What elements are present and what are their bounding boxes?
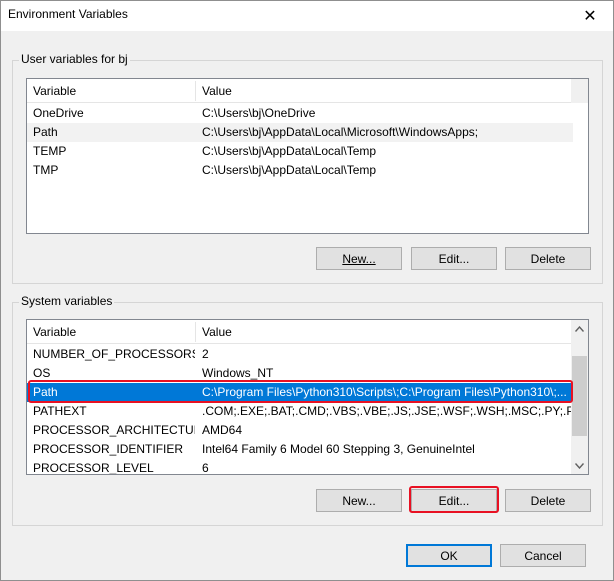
user-delete-label: Delete bbox=[530, 251, 566, 266]
variable-name: OneDrive bbox=[33, 106, 84, 120]
variable-value: 6 bbox=[202, 461, 209, 475]
variable-name: Path bbox=[33, 125, 58, 139]
variable-name: PROCESSOR_IDENTIFIER bbox=[33, 442, 184, 456]
user-list-header: Variable Value bbox=[27, 79, 588, 103]
system-new-label: New... bbox=[342, 493, 376, 508]
ok-button[interactable]: OK bbox=[406, 544, 492, 567]
variable-name: TEMP bbox=[33, 144, 67, 158]
list-item[interactable]: Path C:\Users\bj\AppData\Local\Microsoft… bbox=[27, 123, 573, 142]
user-variables-group: User variables for bj Variable Value One… bbox=[12, 52, 603, 284]
variable-value: .COM;.EXE;.BAT;.CMD;.VBS;.VBE;.JS;.JSE;.… bbox=[202, 404, 573, 418]
system-variables-list[interactable]: Variable Value NUMBER_OF_PROCESSORS 2 OS… bbox=[26, 319, 589, 475]
chevron-down-icon[interactable] bbox=[571, 457, 588, 474]
system-edit-button[interactable]: Edit... bbox=[411, 489, 497, 512]
variable-value: Intel64 Family 6 Model 60 Stepping 3, Ge… bbox=[202, 442, 475, 456]
list-item[interactable]: PROCESSOR_LEVEL 6 bbox=[27, 459, 573, 475]
variable-value: C:\Users\bj\AppData\Local\Microsoft\Wind… bbox=[202, 125, 479, 139]
system-list-header: Variable Value bbox=[27, 320, 588, 344]
user-new-label: New... bbox=[342, 251, 376, 266]
variable-name: Path bbox=[33, 385, 58, 399]
variable-name: OS bbox=[33, 366, 51, 380]
system-variables-legend: System variables bbox=[19, 294, 115, 308]
list-item[interactable]: PROCESSOR_ARCHITECTURE AMD64 bbox=[27, 421, 573, 440]
variable-value: C:\Users\bj\AppData\Local\Temp bbox=[202, 163, 377, 177]
ok-label: OK bbox=[440, 548, 458, 563]
system-delete-button[interactable]: Delete bbox=[505, 489, 591, 512]
variable-name: PATHEXT bbox=[33, 404, 87, 418]
system-column-variable[interactable]: Variable bbox=[27, 320, 195, 344]
list-item[interactable]: TMP C:\Users\bj\AppData\Local\Temp bbox=[27, 161, 573, 180]
list-item-selected[interactable]: Path C:\Program Files\Python310\Scripts\… bbox=[27, 383, 573, 402]
user-delete-button[interactable]: Delete bbox=[505, 247, 591, 270]
scroll-thumb[interactable] bbox=[572, 356, 587, 436]
variable-name: TMP bbox=[33, 163, 59, 177]
user-column-value[interactable]: Value bbox=[196, 79, 572, 103]
title-bar[interactable]: Environment Variables ✕ bbox=[1, 1, 613, 31]
user-list-scrollbar[interactable] bbox=[571, 79, 588, 103]
list-item[interactable]: PATHEXT .COM;.EXE;.BAT;.CMD;.VBS;.VBE;.J… bbox=[27, 402, 573, 421]
variable-value: C:\Program Files\Python310\Scripts\;C:\P… bbox=[202, 385, 567, 399]
list-item[interactable]: OS Windows_NT bbox=[27, 364, 573, 383]
close-icon[interactable]: ✕ bbox=[567, 1, 613, 31]
variable-name: PROCESSOR_LEVEL bbox=[33, 461, 154, 475]
variable-value: 2 bbox=[202, 347, 209, 361]
list-item[interactable]: PROCESSOR_IDENTIFIER Intel64 Family 6 Mo… bbox=[27, 440, 573, 459]
user-variables-legend: User variables for bj bbox=[19, 52, 130, 66]
system-list-scrollbar[interactable] bbox=[571, 320, 588, 474]
user-variables-list[interactable]: Variable Value OneDrive C:\Users\bj\OneD… bbox=[26, 78, 589, 234]
variable-value: Windows_NT bbox=[202, 366, 274, 380]
user-new-button[interactable]: New... bbox=[316, 247, 402, 270]
cancel-label: Cancel bbox=[524, 548, 562, 563]
variable-value: AMD64 bbox=[202, 423, 243, 437]
list-item[interactable]: OneDrive C:\Users\bj\OneDrive bbox=[27, 104, 573, 123]
system-new-button[interactable]: New... bbox=[316, 489, 402, 512]
list-item[interactable]: NUMBER_OF_PROCESSORS 2 bbox=[27, 345, 573, 364]
system-variables-group: System variables Variable Value NUMBER_O… bbox=[12, 294, 603, 526]
window-title: Environment Variables bbox=[8, 7, 128, 21]
variable-value: C:\Users\bj\AppData\Local\Temp bbox=[202, 144, 377, 158]
user-column-variable[interactable]: Variable bbox=[27, 79, 195, 103]
system-edit-label: Edit... bbox=[438, 493, 470, 508]
user-edit-button[interactable]: Edit... bbox=[411, 247, 497, 270]
cancel-button[interactable]: Cancel bbox=[500, 544, 586, 567]
list-item[interactable]: TEMP C:\Users\bj\AppData\Local\Temp bbox=[27, 142, 573, 161]
variable-name: NUMBER_OF_PROCESSORS bbox=[33, 347, 195, 361]
chevron-up-icon[interactable] bbox=[571, 320, 588, 337]
variable-name: PROCESSOR_ARCHITECTURE bbox=[33, 423, 195, 437]
system-delete-label: Delete bbox=[530, 493, 566, 508]
variable-value: C:\Users\bj\OneDrive bbox=[202, 106, 316, 120]
user-edit-label: Edit... bbox=[438, 251, 470, 266]
environment-variables-dialog: Environment Variables ✕ User variables f… bbox=[0, 0, 614, 581]
system-column-value[interactable]: Value bbox=[196, 320, 572, 344]
